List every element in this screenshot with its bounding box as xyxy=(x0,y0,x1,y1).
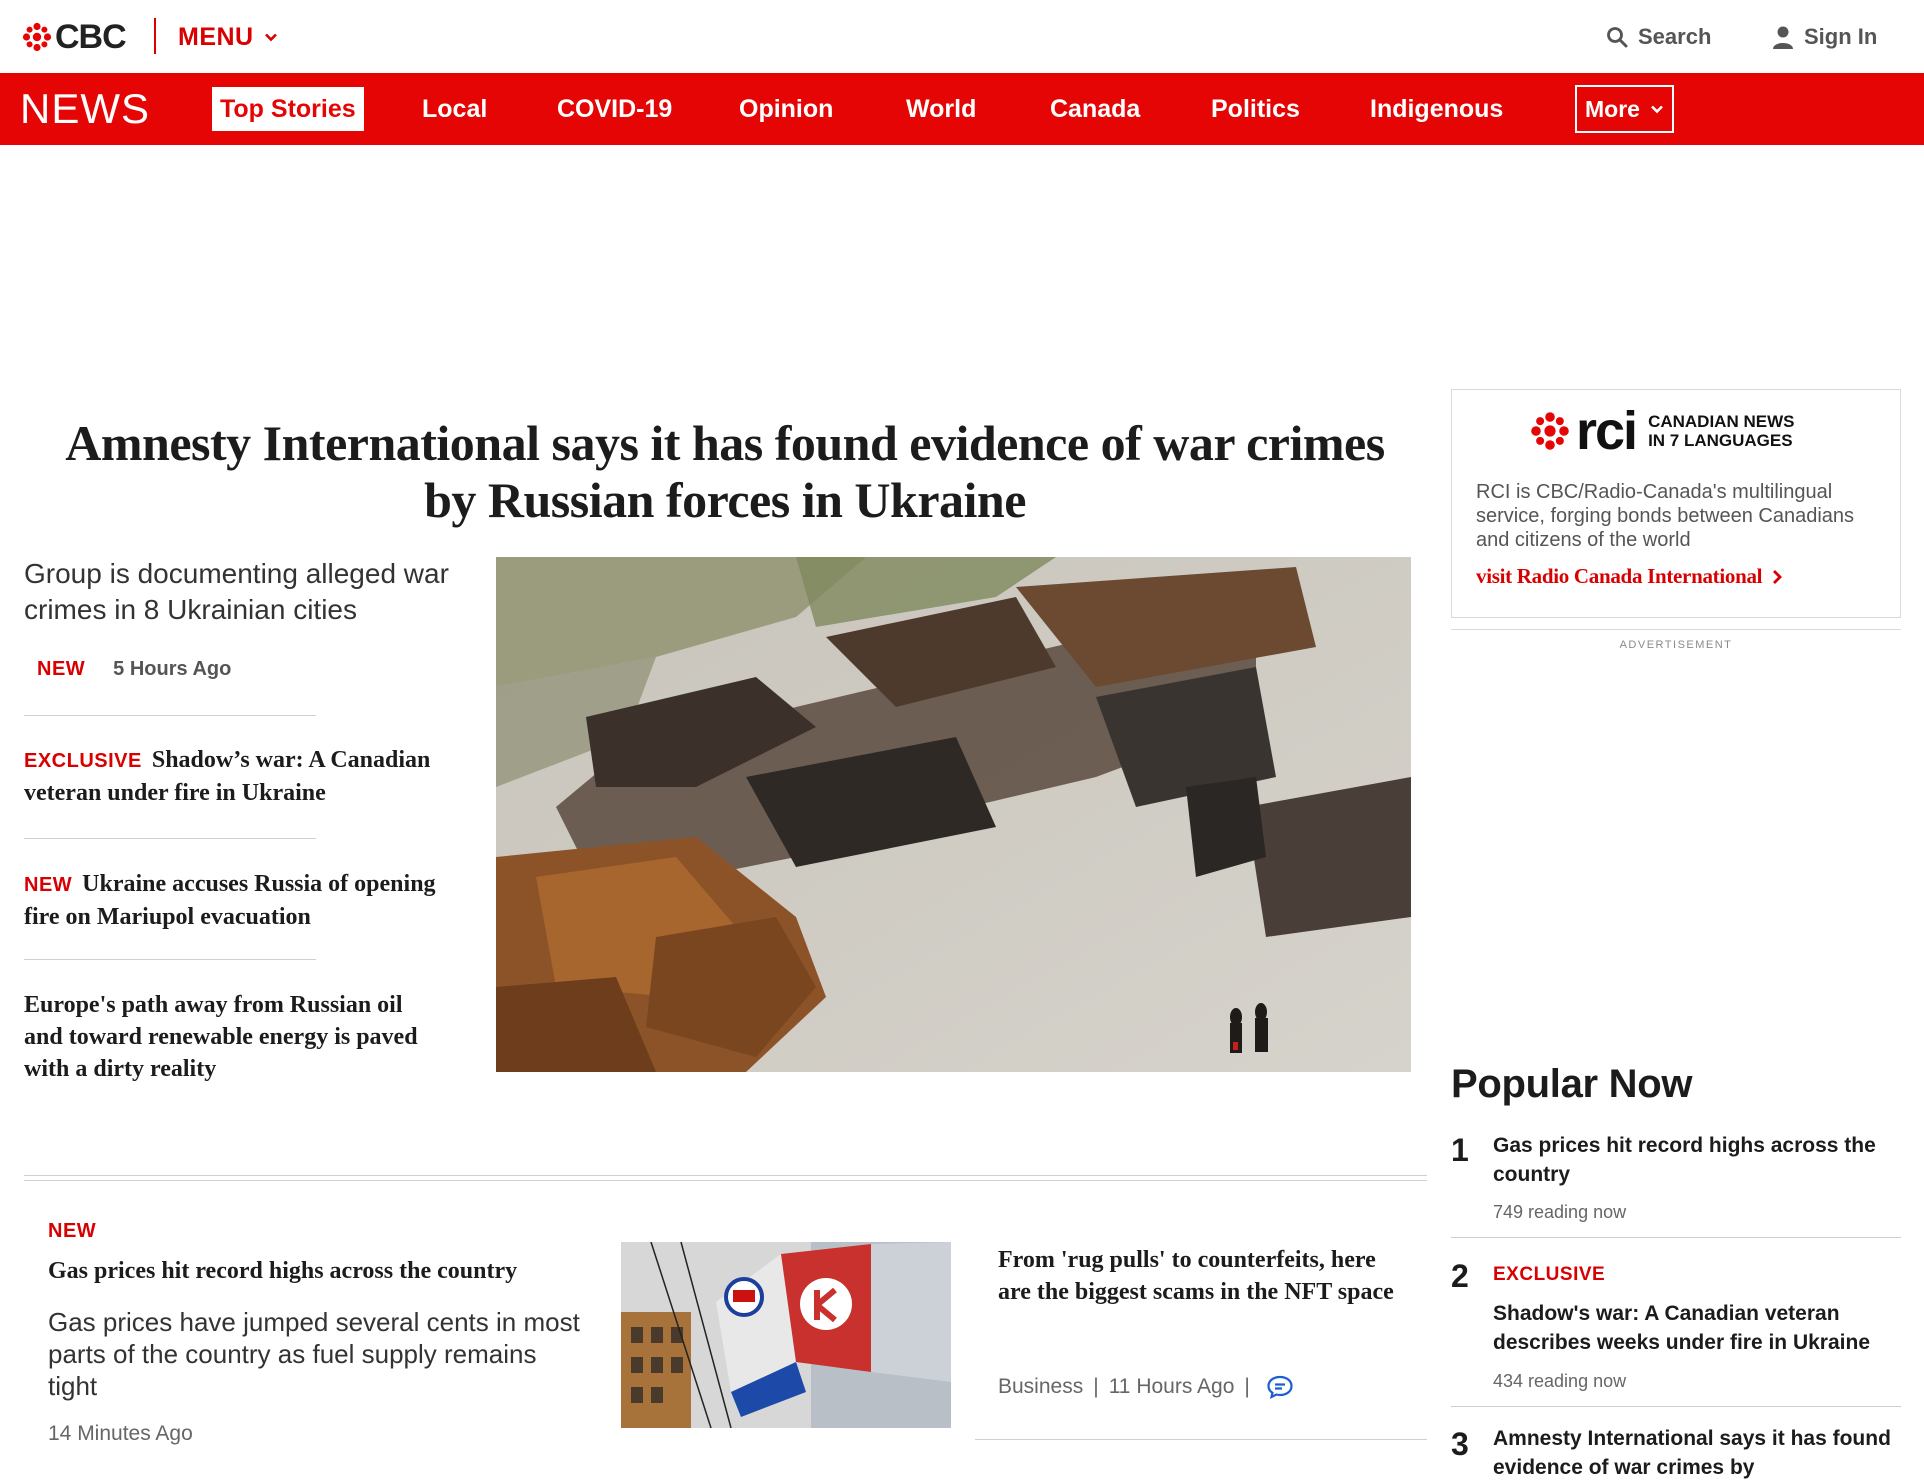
header-divider xyxy=(154,18,156,54)
gas-story-image[interactable] xyxy=(621,1242,951,1428)
new-tag: NEW xyxy=(24,874,73,896)
site-header: CBC MENU Search Sign In xyxy=(0,0,1924,73)
menu-button[interactable]: MENU xyxy=(178,20,278,54)
rci-tagline-line: CANADIAN NEWS xyxy=(1648,412,1795,431)
nav-tab-opinion[interactable]: Opinion xyxy=(739,87,833,131)
rci-promo: rci CANADIAN NEWS IN 7 LANGUAGES RCI is … xyxy=(1451,389,1901,618)
section-nav: NEWS Top Stories Local COVID-19 Opinion … xyxy=(0,73,1924,145)
new-tag: NEW xyxy=(48,1220,97,1242)
cbc-gem-icon xyxy=(1531,412,1569,450)
nav-more-label: More xyxy=(1585,95,1640,122)
nft-story-title[interactable]: From 'rug pulls' to counterfeits, here a… xyxy=(998,1244,1398,1308)
side-story[interactable]: Europe's path away from Russian oil and … xyxy=(24,989,444,1085)
divider xyxy=(24,715,316,716)
lead-headline[interactable]: Amnesty International says it has found … xyxy=(60,415,1390,529)
advertisement-label: ADVERTISEMENT xyxy=(1619,639,1733,651)
popular-item-title[interactable]: Gas prices hit record highs across the c… xyxy=(1493,1131,1903,1189)
comment-icon[interactable] xyxy=(1266,1374,1294,1400)
ad-divider xyxy=(1451,629,1901,630)
nav-tab-covid-19[interactable]: COVID-19 xyxy=(557,87,672,131)
nav-tab-indigenous[interactable]: Indigenous xyxy=(1370,87,1503,131)
rci-tagline: CANADIAN NEWS IN 7 LANGUAGES xyxy=(1648,412,1794,450)
side-story[interactable]: NEW Ukraine accuses Russia of opening fir… xyxy=(24,868,464,933)
lead-deck: Group is documenting alleged war crimes … xyxy=(24,558,449,625)
rci-link-label: visit Radio Canada International xyxy=(1476,564,1763,588)
rci-tagline-line: IN 7 LANGUAGES xyxy=(1648,431,1793,450)
rci-description: RCI is CBC/Radio-Canada's multilingual s… xyxy=(1476,481,1855,551)
popular-now-title: Popular Now xyxy=(1451,1062,1693,1106)
nav-tab-world[interactable]: World xyxy=(906,87,976,131)
lead-photo xyxy=(496,557,1411,1072)
nav-tab-top-stories[interactable]: Top Stories xyxy=(212,87,364,131)
search-button[interactable]: Search xyxy=(1606,22,1711,52)
search-label: Search xyxy=(1638,24,1712,49)
popular-rank: 1 xyxy=(1451,1132,1469,1168)
popular-reading-count: 749 reading now xyxy=(1493,1202,1627,1222)
cbc-gem-icon xyxy=(22,22,52,52)
meta-separator: | xyxy=(1244,1375,1250,1398)
exclusive-tag: EXCLUSIVE xyxy=(24,750,142,772)
new-badge: NEW xyxy=(37,658,86,680)
chevron-right-icon xyxy=(1773,569,1783,584)
nav-tab-local[interactable]: Local xyxy=(422,87,487,131)
nft-story-category[interactable]: Business xyxy=(998,1375,1083,1399)
nav-tab-canada[interactable]: Canada xyxy=(1050,87,1140,131)
cbc-logo-text: CBC xyxy=(55,17,127,56)
menu-label: MENU xyxy=(178,22,254,51)
news-section-title[interactable]: NEWS xyxy=(20,85,150,133)
sign-in-label: Sign In xyxy=(1804,24,1878,49)
meta-separator: | xyxy=(1093,1375,1099,1398)
popular-item-title[interactable]: Amnesty International says it has found … xyxy=(1493,1424,1903,1480)
section-divider xyxy=(24,1175,1427,1181)
divider xyxy=(1451,1406,1901,1407)
nft-story-timestamp: 11 Hours Ago xyxy=(1108,1375,1235,1398)
gas-station-photo xyxy=(621,1242,951,1428)
lead-timestamp: 5 Hours Ago xyxy=(113,658,232,680)
sign-in-button[interactable]: Sign In xyxy=(1772,22,1877,52)
rci-logo-word: rci xyxy=(1576,401,1638,461)
popular-reading-count: 434 reading now xyxy=(1493,1371,1627,1391)
gas-story-title[interactable]: Gas prices hit record highs across the c… xyxy=(48,1255,588,1287)
exclusive-tag: EXCLUSIVE xyxy=(1493,1264,1606,1285)
rci-logo[interactable]: rci CANADIAN NEWS IN 7 LANGUAGES xyxy=(1530,404,1794,458)
divider xyxy=(24,959,316,960)
chevron-down-icon xyxy=(1651,105,1663,114)
popular-item-title[interactable]: Shadow's war: A Canadian veteran describ… xyxy=(1493,1299,1903,1357)
gas-story-summary: Gas prices have jumped several cents in … xyxy=(48,1307,580,1401)
divider xyxy=(975,1439,1427,1440)
nav-more-button[interactable]: More xyxy=(1575,85,1674,133)
popular-rank: 2 xyxy=(1451,1258,1469,1294)
user-icon xyxy=(1773,26,1793,49)
nav-tab-politics[interactable]: Politics xyxy=(1211,87,1300,131)
lead-image[interactable] xyxy=(496,557,1411,1072)
nft-story-meta: Business | 11 Hours Ago | xyxy=(998,1374,1294,1400)
lead-meta: NEW 5 Hours Ago xyxy=(37,658,231,681)
popular-rank: 3 xyxy=(1451,1426,1469,1462)
gas-story-timestamp: 14 Minutes Ago xyxy=(48,1422,193,1445)
rci-link[interactable]: visit Radio Canada International xyxy=(1476,564,1783,589)
side-story-title: Ukraine accuses Russia of opening fire o… xyxy=(24,871,436,930)
chevron-down-icon xyxy=(264,33,277,42)
cbc-logo[interactable]: CBC xyxy=(22,17,127,56)
divider xyxy=(24,838,316,839)
search-icon xyxy=(1607,27,1628,48)
divider xyxy=(1451,1237,1901,1238)
side-story[interactable]: EXCLUSIVE Shadow’s war: A Canadian vetera… xyxy=(24,744,464,809)
side-story-title: Europe's path away from Russian oil and … xyxy=(24,992,418,1082)
